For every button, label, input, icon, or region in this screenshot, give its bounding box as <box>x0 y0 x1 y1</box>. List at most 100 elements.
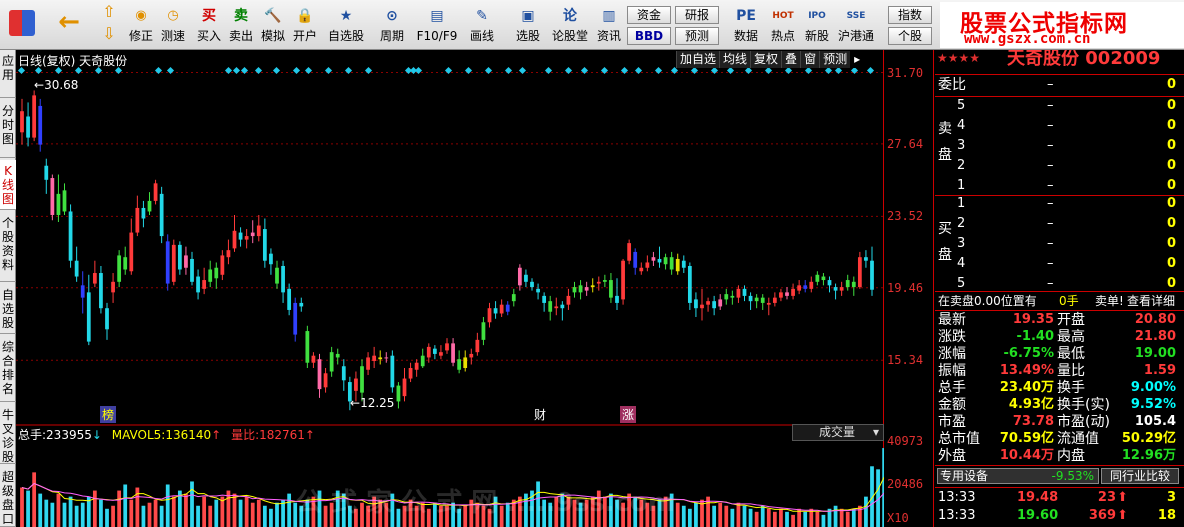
hot-button[interactable]: HOT 热点 <box>768 2 798 48</box>
kline-chart[interactable]: 日线(复权) 天奇股份 加自选 均线 复权叠窗预测 ▸ ←30.68 ←12.25 榜… <box>16 50 884 527</box>
candle-body <box>141 207 146 219</box>
industry-tab-label: 专用设备 <box>940 469 989 483</box>
page-down-button[interactable]: ⇩ <box>97 24 121 46</box>
candle-body <box>159 193 164 237</box>
side-tab-5[interactable]: 综合排名 <box>0 336 16 402</box>
stat-value: 23.40万 <box>999 380 1054 395</box>
candle-body <box>700 304 704 309</box>
open-account-button[interactable]: 🔒 开户 <box>290 2 320 48</box>
news-label: 资讯 <box>596 29 621 43</box>
volume-bar <box>184 493 188 527</box>
sell-button[interactable]: 卖卖出 <box>226 2 256 48</box>
industry-compare-tab[interactable]: 同行业比较 <box>1101 468 1179 484</box>
side-tab-7[interactable]: 超级盘口 <box>0 466 16 527</box>
volume-bar <box>214 499 219 527</box>
stat-label: 外盘 <box>938 448 966 464</box>
chart-canvas[interactable] <box>16 50 884 527</box>
side-tab-0[interactable]: 应用 <box>0 50 16 98</box>
candle-body <box>469 353 474 358</box>
volume-bar <box>111 505 115 527</box>
order-volume: 0 <box>1166 256 1176 271</box>
candle-body <box>645 262 650 268</box>
candle-body <box>651 257 656 261</box>
candle-body <box>26 116 30 138</box>
back-button[interactable]: ← <box>52 2 86 48</box>
side-tab-1[interactable]: 分时图 <box>0 100 16 158</box>
ipo-icon: IPO <box>808 11 826 21</box>
watchlist-button[interactable]: ★ 自选股 <box>326 2 366 48</box>
forum-icon: 论 <box>563 8 577 24</box>
candle-body <box>238 232 243 240</box>
chart-menu-item-3[interactable]: 叠 <box>781 51 800 68</box>
stat-label: 总手 <box>938 380 966 396</box>
side-tab-2[interactable]: K线图 <box>0 160 16 210</box>
weibi-label: 委比 <box>938 77 966 93</box>
candle-body <box>760 297 765 303</box>
price-axis: 31.70 27.64 23.52 19.46 15.34 40973 20486 X10 <box>884 50 934 527</box>
candle-body <box>542 295 547 303</box>
min-price-value: 12.25 <box>360 396 395 410</box>
speed-test-button[interactable]: ◷ 测速 <box>158 2 188 48</box>
side-tab-6[interactable]: 牛叉诊股 <box>0 404 16 464</box>
hk-connect-button[interactable]: SSE 沪港通 <box>838 2 874 48</box>
page-up-button[interactable]: ⇧ <box>97 2 121 24</box>
menu-expand-icon[interactable]: ▸ <box>850 51 865 68</box>
side-tab-4[interactable]: 自选股 <box>0 284 16 334</box>
candle-body <box>32 95 37 138</box>
stock-select-button[interactable]: ▣ 选股 <box>510 2 546 48</box>
sell-order-row: 5 – 0 <box>935 98 1184 114</box>
chart-menu-item-0[interactable]: 加自选 <box>676 51 719 68</box>
stat-value: 21.80 <box>1134 329 1176 344</box>
side-tabs: 应用分时图 K线图个股资料自选股综合排名牛叉诊股超级盘口 <box>0 50 16 527</box>
volume-selector[interactable]: 成交量 ▾ <box>792 424 884 441</box>
candle-body <box>675 258 680 272</box>
candle-body <box>299 302 304 307</box>
sell-single-link[interactable]: 卖单! <box>1095 293 1124 309</box>
data-button[interactable]: PE 数据 <box>731 2 761 48</box>
chart-menu-item-4[interactable]: 窗 <box>800 51 819 68</box>
candle-body <box>402 378 407 397</box>
volume-bar <box>815 511 820 527</box>
forum-button[interactable]: 论论股堂 <box>552 2 588 48</box>
individual-button[interactable]: 个股 <box>888 27 932 45</box>
side-tab-3[interactable]: 个股资料 <box>0 212 16 282</box>
candle-body <box>329 352 334 372</box>
candle-body <box>414 362 419 370</box>
chart-menu-item-2[interactable]: 复权 <box>750 51 781 68</box>
view-detail-link[interactable]: 查看详细 <box>1127 293 1175 309</box>
candle-body <box>505 304 510 312</box>
candle-body <box>736 288 741 298</box>
f10-button[interactable]: ▤ F10/F9 <box>414 2 460 48</box>
volume-axis-label: 40973 <box>887 434 924 448</box>
fix-button[interactable]: ◉ 修正 <box>126 2 156 48</box>
buy-button[interactable]: 买买入 <box>194 2 224 48</box>
candle-body <box>864 257 868 261</box>
candle-body <box>129 232 134 272</box>
order-level: 4 <box>957 118 966 133</box>
candle-body <box>687 265 692 303</box>
candle-body <box>451 343 455 363</box>
index-button[interactable]: 指数 <box>888 6 932 24</box>
candle-body <box>74 260 79 277</box>
candle-body <box>797 285 802 291</box>
chart-menu: 加自选 均线 复权叠窗预测 ▸ <box>676 51 865 68</box>
candle-body <box>742 288 747 296</box>
industry-tab[interactable]: 专用设备 -9.53% <box>937 468 1099 484</box>
ipo-button[interactable]: IPO 新股 <box>802 2 832 48</box>
period-button[interactable]: ⊙ 周期 <box>372 2 412 48</box>
bbd-button[interactable]: BBD <box>627 27 671 45</box>
grid-view-button[interactable] <box>4 2 40 48</box>
research-button[interactable]: 研报 <box>675 6 719 24</box>
candle-body <box>803 285 808 289</box>
candle-body <box>262 229 267 261</box>
simulate-button[interactable]: 🔨 模拟 <box>258 2 288 48</box>
volume-bar <box>724 505 729 527</box>
news-button[interactable]: ▥ 资讯 <box>594 2 624 48</box>
draw-line-button[interactable]: ✎ 画线 <box>462 2 502 48</box>
candle-body <box>196 276 200 293</box>
chart-menu-item-5[interactable]: 预测 <box>819 51 850 68</box>
fund-button[interactable]: 资金 <box>627 6 671 24</box>
forecast-button[interactable]: 预测 <box>675 27 719 45</box>
sell-order-row: 2 – 0 <box>935 158 1184 174</box>
chart-menu-item-1[interactable]: 均线 <box>719 51 750 68</box>
